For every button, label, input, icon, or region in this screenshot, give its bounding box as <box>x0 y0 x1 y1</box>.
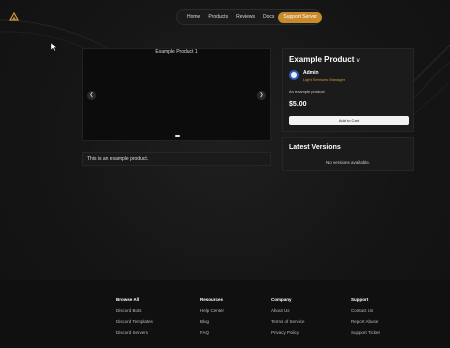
footer-link[interactable]: Contact Us <box>351 308 380 319</box>
carousel-next-button[interactable]: ❯ <box>257 91 266 100</box>
carousel-prev-button[interactable]: ❮ <box>87 91 96 100</box>
versions-empty-text: No versions available. <box>325 160 371 165</box>
footer-link[interactable]: Help Center <box>200 308 224 319</box>
versions-title: Latest Versions <box>289 144 341 151</box>
author-name[interactable]: Admin <box>303 70 319 76</box>
footer-heading: Browse All <box>116 297 140 302</box>
nav-home[interactable]: Home <box>183 14 204 20</box>
footer-heading: Support <box>351 297 369 302</box>
carousel-indicator[interactable] <box>175 135 180 137</box>
top-nav: Home Products Reviews Docs Support Serve… <box>176 9 323 25</box>
product-description: This is an example product. <box>82 152 271 166</box>
product-price: $5.00 <box>289 101 307 108</box>
product-title-text: Example Product <box>289 55 355 64</box>
footer-heading: Company <box>271 297 292 302</box>
product-title[interactable]: Example Product v <box>289 55 360 64</box>
chevron-right-icon: ❯ <box>259 92 264 98</box>
footer-link[interactable]: Support Ticket <box>351 330 380 341</box>
support-server-button[interactable]: Support Server <box>278 11 323 23</box>
nav-products[interactable]: Products <box>204 14 232 20</box>
footer-col-company: Company About Us Terms of Service Privac… <box>271 297 305 341</box>
chevron-down-icon[interactable]: v <box>357 58 360 64</box>
footer-link[interactable]: Privacy Policy <box>271 330 305 341</box>
nav-docs[interactable]: Docs <box>259 14 278 20</box>
product-info-panel: Example Product v Admin Light Services M… <box>282 48 414 132</box>
logo-icon[interactable] <box>9 12 19 21</box>
footer-col-browse: Browse All Discord Bots Discord Template… <box>116 297 153 341</box>
product-short-description: An example product <box>289 89 325 94</box>
footer-col-resources: Resources Help Center Blog FAQ <box>200 297 224 341</box>
footer-link[interactable]: Terms of Service <box>271 319 305 330</box>
footer-link[interactable]: Discord Bots <box>116 308 153 319</box>
chevron-left-icon: ❮ <box>89 92 94 98</box>
footer-link[interactable]: Discord Templates <box>116 319 153 330</box>
product-carousel: Example Product 1 ❮ ❯ <box>82 48 271 141</box>
add-to-cart-button[interactable]: Add to Cart <box>289 116 409 125</box>
footer-link[interactable]: About Us <box>271 308 305 319</box>
avatar[interactable] <box>289 70 299 80</box>
nav-reviews[interactable]: Reviews <box>232 14 259 20</box>
mouse-cursor-icon <box>51 43 57 51</box>
footer-link[interactable]: Discord Servers <box>116 330 153 341</box>
footer-link[interactable]: Blog <box>200 319 224 330</box>
footer-link[interactable]: FAQ <box>200 330 224 341</box>
footer-link[interactable]: Report Abuse <box>351 319 380 330</box>
footer: Browse All Discord Bots Discord Template… <box>0 280 450 348</box>
avatar-image <box>291 72 297 78</box>
versions-panel: Latest Versions No versions available. <box>282 137 414 171</box>
carousel-title: Example Product 1 <box>155 49 198 55</box>
author-role: Light Services Manager <box>303 77 346 82</box>
footer-col-support: Support Contact Us Report Abuse Support … <box>351 297 380 341</box>
footer-heading: Resources <box>200 297 224 302</box>
